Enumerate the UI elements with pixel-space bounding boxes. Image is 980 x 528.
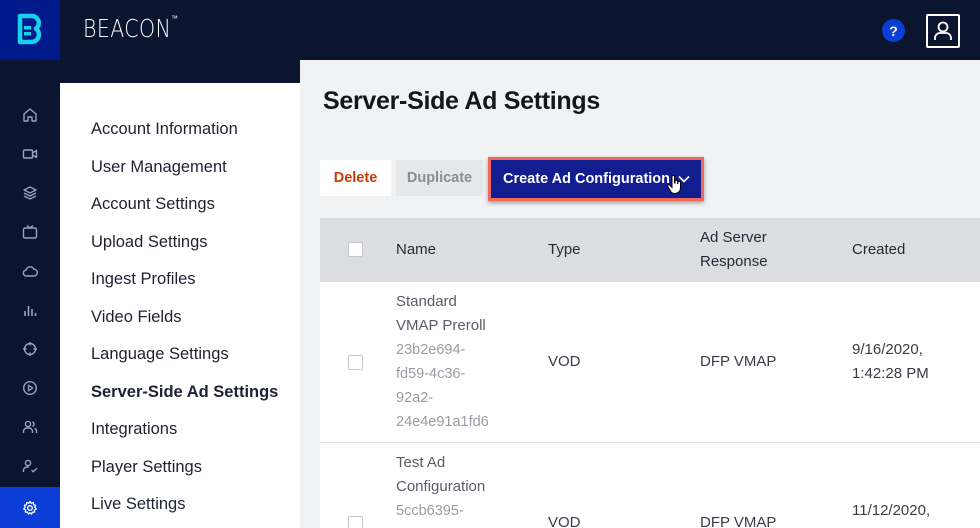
brand-name: BEACON™ bbox=[83, 14, 179, 43]
user-check-icon bbox=[22, 459, 38, 473]
rail-videos[interactable] bbox=[0, 135, 60, 173]
bar-chart-icon bbox=[24, 306, 37, 316]
main-content: Server-Side Ad Settings Delete Duplicate… bbox=[300, 60, 980, 528]
rail-channels[interactable] bbox=[0, 213, 60, 251]
nav-item-server-side-ad-settings[interactable]: Server-Side Ad Settings bbox=[91, 383, 278, 402]
user-icon bbox=[934, 21, 952, 40]
users-icon bbox=[22, 420, 38, 433]
rail-users[interactable] bbox=[0, 408, 60, 446]
delete-button[interactable]: Delete bbox=[320, 160, 391, 196]
rail-cloud[interactable] bbox=[0, 252, 60, 290]
nav-item-language-settings[interactable]: Language Settings bbox=[91, 345, 229, 364]
layers-icon bbox=[23, 186, 37, 200]
user-account-button[interactable] bbox=[926, 14, 960, 48]
nav-item-live-settings[interactable]: Live Settings bbox=[91, 495, 185, 514]
rail-targeting[interactable] bbox=[0, 330, 60, 368]
tv-icon bbox=[22, 224, 38, 239]
play-circle-icon bbox=[22, 380, 38, 396]
table-row[interactable]: Standard VMAP Preroll 23b2e694- fd59-4c3… bbox=[320, 282, 980, 443]
table-row[interactable]: Test Ad Configuration 5ccb6395- VOD DFP … bbox=[320, 443, 980, 528]
gear-icon bbox=[23, 500, 37, 515]
row-id: 23b2e694- fd59-4c36- 92a2- 24e4e91a1fd6 bbox=[396, 342, 489, 430]
nav-item-integrations[interactable]: Integrations bbox=[91, 420, 177, 439]
nav-item-upload-settings[interactable]: Upload Settings bbox=[91, 233, 208, 252]
row-ad-server-response: DFP VMAP bbox=[700, 353, 777, 370]
rail-analytics[interactable] bbox=[0, 291, 60, 329]
beacon-logo-icon[interactable] bbox=[0, 0, 60, 60]
row-type: VOD bbox=[548, 353, 581, 370]
nav-gap bbox=[60, 60, 300, 83]
row-checkbox[interactable] bbox=[348, 516, 363, 528]
rail-subscribers[interactable] bbox=[0, 447, 60, 485]
top-bar: BEACON™ ? bbox=[0, 0, 980, 60]
row-created: 9/16/2020, 1:42:28 PM bbox=[852, 341, 929, 382]
row-ad-server-response: DFP VMAP bbox=[700, 514, 777, 528]
row-checkbox[interactable] bbox=[348, 355, 363, 370]
table-header: Name Type Ad Server Response Created bbox=[320, 218, 980, 282]
video-camera-icon bbox=[22, 149, 38, 159]
create-ad-configuration-label: Create Ad Configuration bbox=[503, 171, 671, 187]
nav-item-player-settings[interactable]: Player Settings bbox=[91, 458, 202, 477]
rail-settings[interactable] bbox=[0, 487, 60, 528]
column-header-created[interactable]: Created bbox=[852, 238, 905, 262]
hand-pointer-icon bbox=[667, 175, 681, 194]
nav-item-account-information[interactable]: Account Information bbox=[91, 120, 238, 139]
nav-item-user-management[interactable]: User Management bbox=[91, 158, 227, 177]
row-created: 11/12/2020, 3 bbox=[852, 502, 931, 528]
crosshair-icon bbox=[23, 342, 37, 356]
rail-collections[interactable] bbox=[0, 174, 60, 212]
row-name[interactable]: Standard VMAP Preroll bbox=[396, 290, 486, 338]
nav-item-video-fields[interactable]: Video Fields bbox=[91, 308, 182, 327]
select-all-checkbox[interactable] bbox=[348, 242, 363, 257]
column-header-name[interactable]: Name bbox=[396, 238, 436, 262]
rail-home[interactable] bbox=[0, 96, 60, 134]
icon-rail bbox=[0, 60, 60, 528]
nav-item-account-settings[interactable]: Account Settings bbox=[91, 195, 215, 214]
row-name[interactable]: Test Ad Configuration bbox=[396, 451, 485, 499]
row-id: 5ccb6395- bbox=[396, 503, 464, 519]
home-icon bbox=[23, 108, 37, 122]
help-button[interactable]: ? bbox=[882, 19, 905, 42]
column-header-ad-server-response[interactable]: Ad Server Response bbox=[700, 226, 768, 274]
column-header-type[interactable]: Type bbox=[548, 238, 581, 262]
rail-players[interactable] bbox=[0, 369, 60, 407]
row-type: VOD bbox=[548, 514, 581, 528]
nav-item-ingest-profiles[interactable]: Ingest Profiles bbox=[91, 270, 196, 289]
duplicate-button[interactable]: Duplicate bbox=[396, 160, 483, 196]
cloud-icon bbox=[22, 266, 38, 277]
page-title: Server-Side Ad Settings bbox=[323, 87, 600, 115]
settings-nav: Account Information User Management Acco… bbox=[60, 83, 300, 528]
